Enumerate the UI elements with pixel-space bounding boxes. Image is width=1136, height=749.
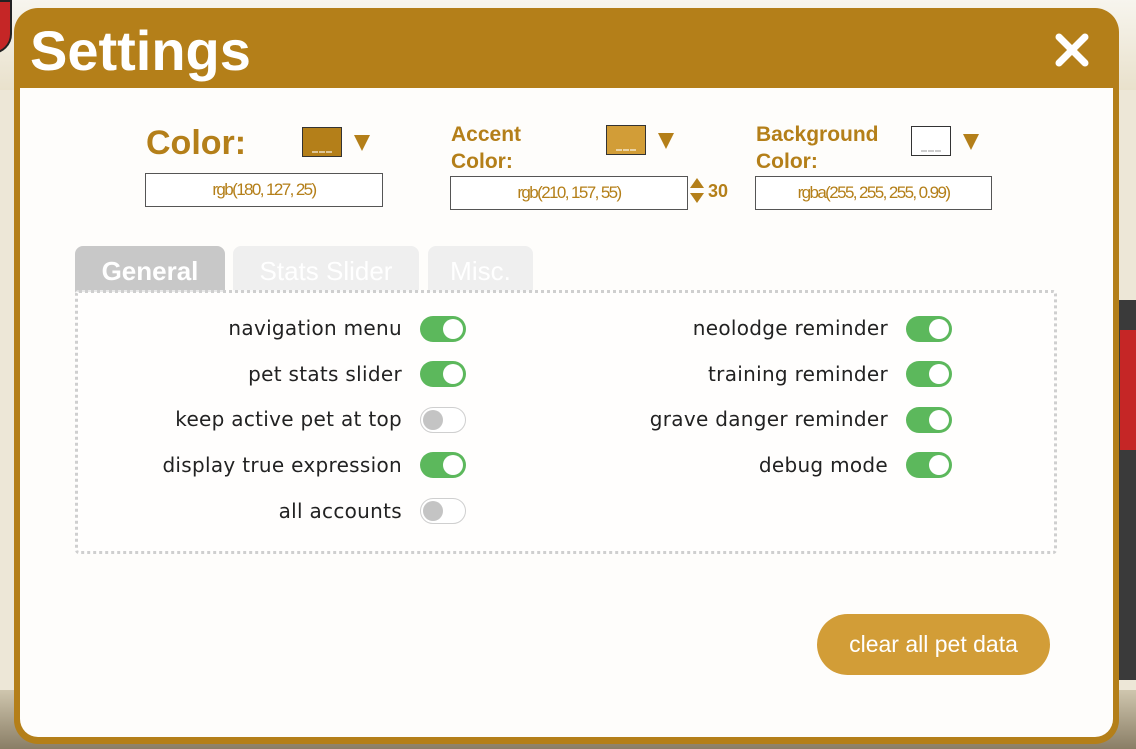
color-field[interactable] [145, 173, 383, 207]
toggle-knob [443, 364, 463, 384]
accent-color-label-line2: Color: [451, 150, 513, 173]
caret-down-icon[interactable] [658, 133, 674, 149]
background-flag [1120, 330, 1136, 450]
accent-color-label-line1: Accent [451, 123, 522, 146]
option-label: pet stats slider [248, 362, 402, 386]
spinner-down-arrow[interactable] [690, 193, 704, 203]
option-label: keep active pet at top [175, 407, 402, 431]
toggle-training-reminder[interactable] [906, 361, 952, 387]
toggle-all-accounts[interactable] [420, 498, 466, 524]
toggle-navigation-menu[interactable] [420, 316, 466, 342]
caret-down-icon[interactable] [354, 135, 370, 151]
option-label: navigation menu [228, 316, 402, 340]
accent-color-label: Accent Color: [451, 121, 521, 175]
color-swatch[interactable] [302, 127, 342, 157]
background-color-label: Background Color: [756, 121, 879, 175]
toggle-pet-stats-slider[interactable] [420, 361, 466, 387]
toggle-knob [929, 319, 949, 339]
accent-color-swatch[interactable] [606, 125, 646, 155]
toggle-knob [423, 410, 443, 430]
option-label: all accounts [278, 499, 402, 523]
spinner-up-arrow[interactable] [690, 178, 704, 188]
tab-misc[interactable]: Misc. [428, 246, 533, 292]
caret-down-icon[interactable] [963, 134, 979, 150]
modal-title: Settings [30, 19, 251, 82]
toggle-keep-active-pet-at-top[interactable] [420, 407, 466, 433]
toggle-grave-danger-reminder[interactable] [906, 407, 952, 433]
toggle-neolodge-reminder[interactable] [906, 316, 952, 342]
toggle-knob [929, 455, 949, 475]
spinner-icon[interactable] [690, 178, 706, 206]
option-label: display true expression [162, 453, 402, 477]
toggle-knob [929, 410, 949, 430]
clear-all-pet-data-button[interactable]: clear all pet data [817, 614, 1050, 675]
toggle-debug-mode[interactable] [906, 452, 952, 478]
toggle-knob [443, 455, 463, 475]
toggle-knob [443, 319, 463, 339]
option-label: grave danger reminder [649, 407, 888, 431]
close-icon[interactable] [1052, 30, 1092, 70]
accent-offset-value: 30 [708, 181, 729, 201]
background-color-label-line1: Background [756, 123, 879, 146]
option-label: training reminder [708, 362, 888, 386]
toggle-knob [929, 364, 949, 384]
toggle-knob [423, 501, 443, 521]
color-label: Color: [146, 124, 247, 162]
tab-stats-slider[interactable]: Stats Slider [233, 246, 419, 292]
background-color-field[interactable] [755, 176, 992, 210]
accent-color-field[interactable] [450, 176, 688, 210]
background-color-label-line2: Color: [756, 150, 818, 173]
option-label: neolodge reminder [692, 316, 888, 340]
option-label: debug mode [758, 453, 888, 477]
background-color-swatch[interactable] [911, 126, 951, 156]
tab-general[interactable]: General [75, 246, 225, 292]
toggle-display-true-expression[interactable] [420, 452, 466, 478]
